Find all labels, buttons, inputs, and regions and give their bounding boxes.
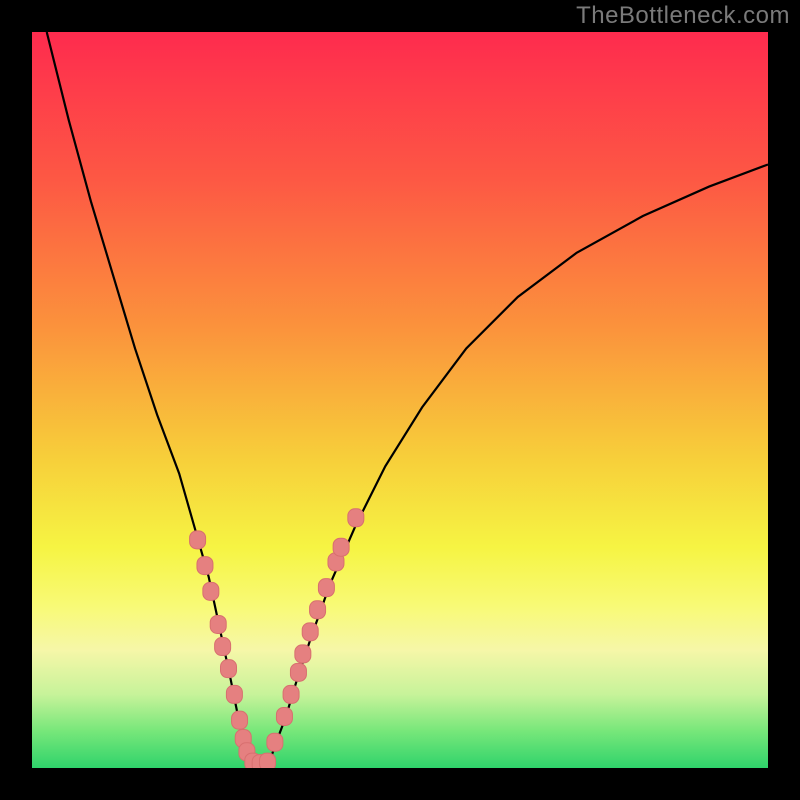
plot-area xyxy=(32,32,768,768)
chart-frame: TheBottleneck.com xyxy=(0,0,800,800)
data-marker xyxy=(348,509,364,527)
data-marker xyxy=(295,645,311,663)
data-marker xyxy=(290,663,306,681)
data-marker xyxy=(267,733,283,751)
data-marker xyxy=(190,531,206,549)
data-marker xyxy=(203,582,219,600)
chart-svg xyxy=(32,32,768,768)
data-marker xyxy=(226,685,242,703)
gradient-background xyxy=(32,32,768,768)
data-marker xyxy=(283,685,299,703)
data-marker xyxy=(260,753,276,768)
data-marker xyxy=(276,707,292,725)
watermark-text: TheBottleneck.com xyxy=(576,2,790,30)
data-marker xyxy=(197,557,213,575)
data-marker xyxy=(232,711,248,729)
data-marker xyxy=(318,579,334,597)
data-marker xyxy=(302,623,318,641)
data-marker xyxy=(333,538,349,556)
data-marker xyxy=(310,601,326,619)
data-marker xyxy=(210,615,226,633)
data-marker xyxy=(215,638,231,656)
data-marker xyxy=(221,660,237,678)
